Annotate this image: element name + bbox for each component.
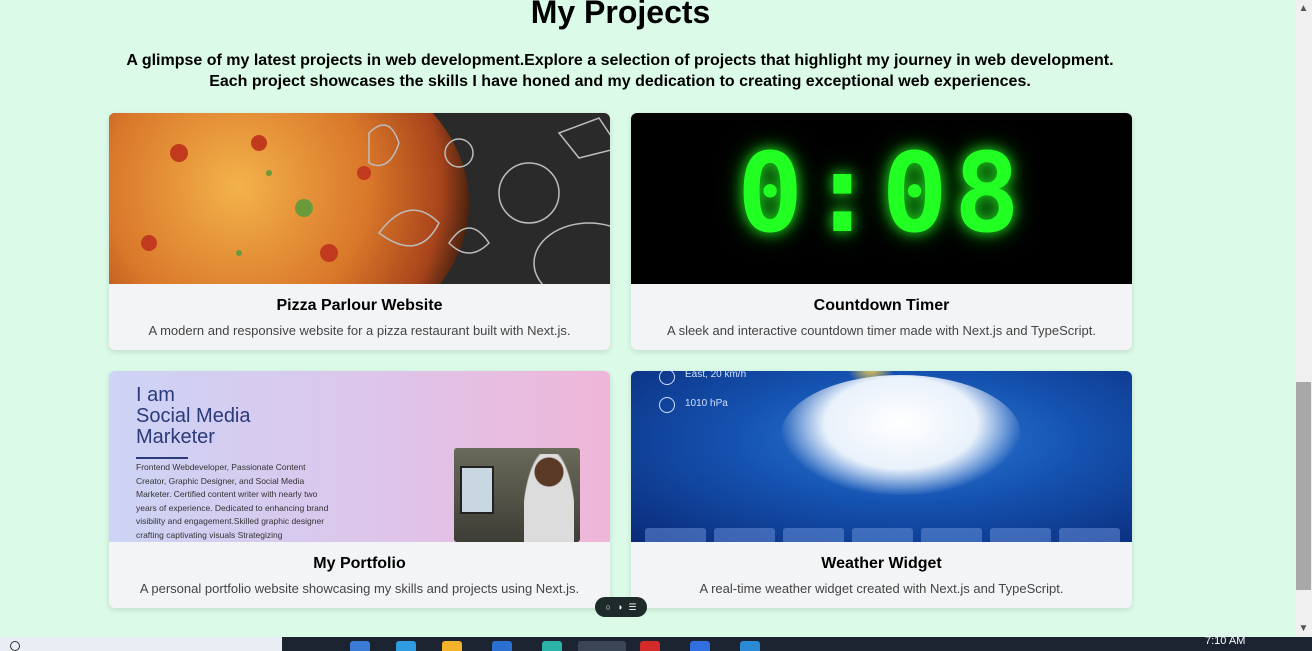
taskbar: 7:10 AM [0,635,1312,651]
app-icon[interactable] [492,641,512,651]
scroll-thumb[interactable] [1296,382,1311,590]
wind-readout: East, 20 km/h [685,371,747,380]
headline-underline [136,457,188,459]
project-card-pizza[interactable]: Pizza Parlour Website A modern and respo… [109,113,610,350]
folder-icon[interactable] [442,641,462,651]
menu-icon[interactable]: ☰ [628,602,636,612]
project-card-countdown[interactable]: 0:08 Countdown Timer A sleek and interac… [631,113,1132,350]
forecast-tiles [645,528,1120,542]
floating-toolbar[interactable]: ○ ◑ ☰ [595,597,647,617]
project-image-pizza [109,113,610,284]
search-icon[interactable] [10,641,20,651]
timer-digits: 0:08 [737,129,1026,257]
clock[interactable]: 7:10 AM [1205,635,1245,647]
scroll-down-arrow-icon[interactable]: ▼ [1295,620,1312,637]
monitor-graphic [460,466,494,514]
project-card-weather[interactable]: East, 20 km/h 1010 hPa Weather Widget A … [631,371,1132,608]
browser-icon[interactable] [542,641,562,651]
project-description: A personal portfolio website showcasing … [139,581,580,596]
pressure-icon [659,397,675,413]
pressure-readout: 1010 hPa [685,398,728,409]
portfolio-bio: Frontend Webdeveloper, Passionate Conten… [136,462,329,540]
app-icon[interactable] [690,641,710,651]
app-icon[interactable] [350,641,370,651]
project-title: Countdown Timer [813,297,950,314]
project-description: A modern and responsive website for a pi… [148,323,571,338]
page-title: My Projects [530,0,711,30]
portfolio-headline: I am Social Media Marketer [136,384,251,448]
project-image-weather: East, 20 km/h 1010 hPa [631,371,1132,542]
vertical-scrollbar[interactable]: ▲ ▼ [1295,0,1312,637]
app-icon[interactable] [640,641,660,651]
project-description: A sleek and interactive countdown timer … [667,323,1096,338]
taskbar-apps [282,637,1312,651]
project-title: Weather Widget [821,555,942,572]
app-icon[interactable] [396,641,416,651]
comment-icon[interactable]: ○ [606,602,611,612]
person-graphic [524,454,574,542]
projects-section: My Projects A glimpse of my latest proje… [0,0,1295,637]
active-app-icon[interactable] [578,641,626,651]
toggle-icon[interactable]: ◑ [617,602,622,612]
portfolio-photo [454,448,580,542]
food-doodles [141,117,610,284]
vscode-icon[interactable] [740,641,760,651]
project-card-portfolio[interactable]: I am Social Media Marketer Frontend Webd… [109,371,610,608]
project-image-countdown: 0:08 [631,113,1132,284]
project-title: My Portfolio [313,555,406,572]
section-intro: A glimpse of my latest projects in web d… [126,52,1114,90]
scroll-up-arrow-icon[interactable]: ▲ [1295,0,1312,17]
project-title: Pizza Parlour Website [276,297,443,314]
project-description: A real-time weather widget created with … [699,581,1064,596]
project-image-portfolio: I am Social Media Marketer Frontend Webd… [109,371,610,542]
cloud-graphic [781,375,1021,495]
